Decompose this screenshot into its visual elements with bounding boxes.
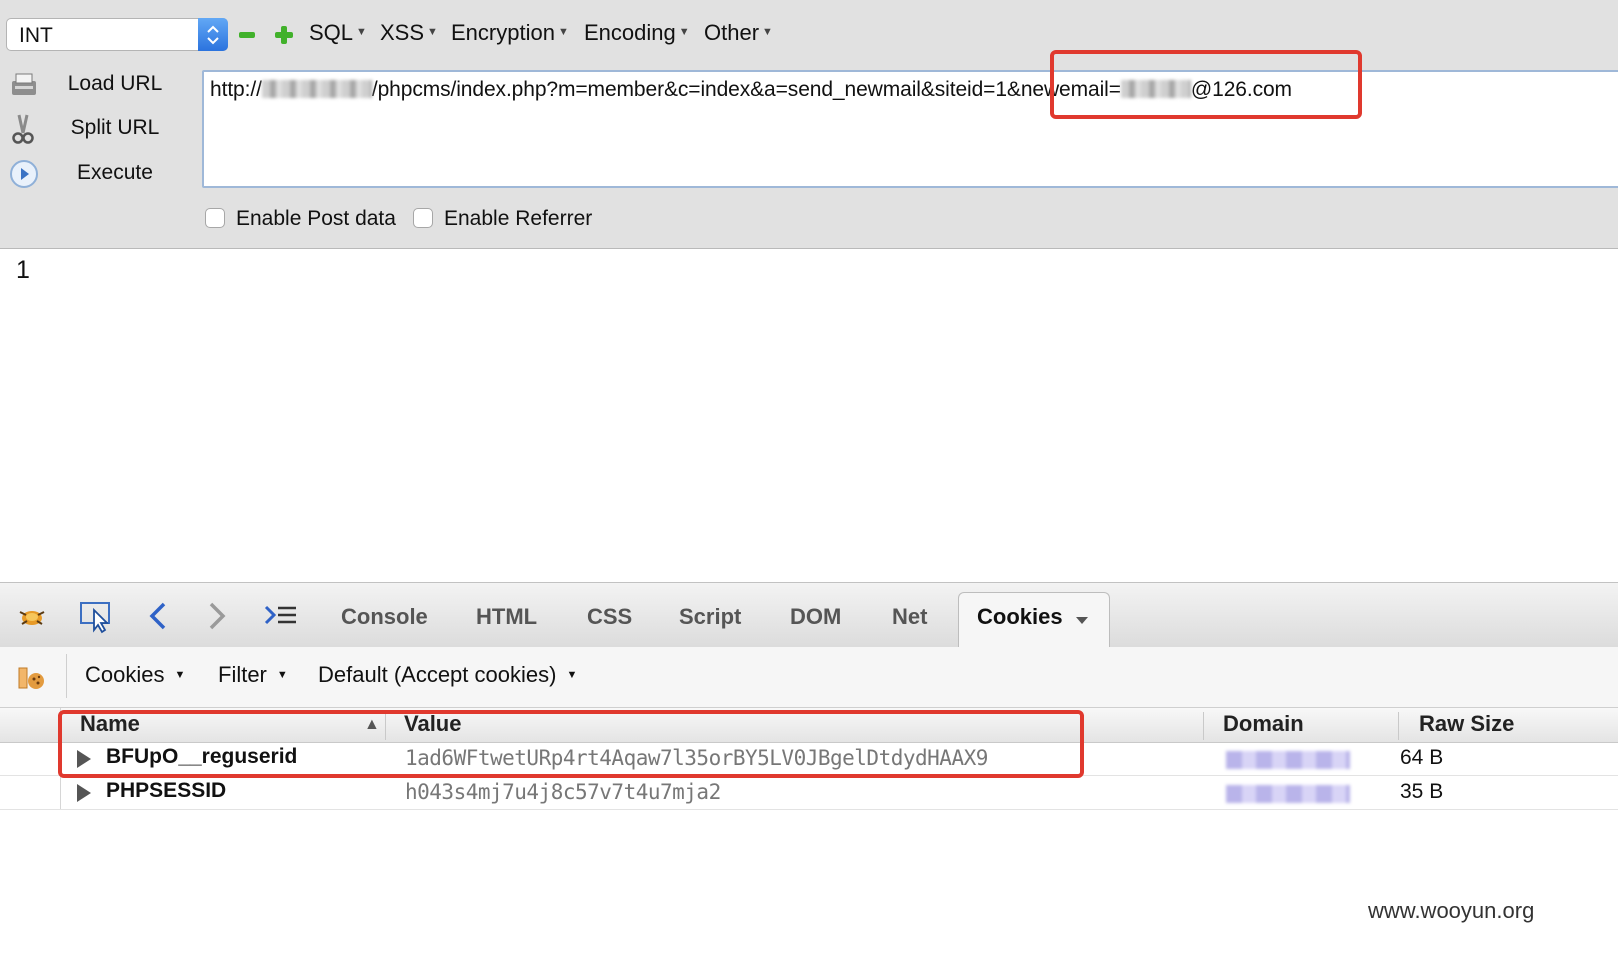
tab-dom[interactable]: DOM xyxy=(790,604,841,630)
firebug-bug-icon[interactable] xyxy=(14,598,50,634)
decrease-icon[interactable] xyxy=(236,24,258,46)
redacted-domain xyxy=(1226,751,1350,769)
caret-down-icon: ▼ xyxy=(276,669,288,681)
redacted-host xyxy=(261,80,372,98)
forward-icon[interactable] xyxy=(198,598,234,634)
execute-button[interactable]: Execute xyxy=(0,154,195,194)
cookies-menu[interactable]: Cookies ▼ xyxy=(85,662,185,688)
cookie-highlight-box xyxy=(58,710,1084,778)
enable-post-data-checkbox[interactable]: Enable Post data xyxy=(205,207,405,233)
play-icon xyxy=(8,158,40,190)
expand-triangle-icon[interactable] xyxy=(76,784,92,807)
caret-down-icon: ▼ xyxy=(174,669,186,681)
url-highlight-box xyxy=(1050,50,1362,119)
load-url-icon xyxy=(8,69,40,101)
menu-encryption[interactable]: Encryption ▼ xyxy=(451,20,569,46)
caret-down-icon: ▼ xyxy=(678,26,690,38)
cookie-policy-menu[interactable]: Default (Accept cookies) ▼ xyxy=(318,662,577,688)
increase-icon[interactable] xyxy=(273,24,295,46)
type-select[interactable]: INT xyxy=(6,18,228,51)
inspect-element-icon[interactable] xyxy=(78,598,114,634)
tab-console[interactable]: Console xyxy=(341,604,428,630)
checkbox-box[interactable] xyxy=(413,208,433,228)
menu-xss[interactable]: XSS ▼ xyxy=(380,20,438,46)
caret-down-icon: ▼ xyxy=(762,26,773,38)
caret-down-icon: ▼ xyxy=(557,26,569,38)
toolbar-divider xyxy=(66,654,67,698)
column-separator xyxy=(1203,712,1204,740)
cookie-jar-icon[interactable] xyxy=(16,660,48,692)
tab-net[interactable]: Net xyxy=(892,604,927,630)
cookie-value: h043s4mj7u4j8c57v7t4u7mja2 xyxy=(405,780,721,804)
menu-other[interactable]: Other ▼ xyxy=(704,20,773,46)
column-domain[interactable]: Domain xyxy=(1223,711,1304,737)
tab-script[interactable]: Script xyxy=(679,604,741,630)
redacted-domain xyxy=(1226,785,1350,803)
back-icon[interactable] xyxy=(142,598,178,634)
tab-cookies[interactable]: Cookies xyxy=(958,592,1110,648)
table-row[interactable]: PHPSESSID h043s4mj7u4j8c57v7t4u7mja2 35 … xyxy=(0,776,1618,810)
menu-sql[interactable]: SQL ▼ xyxy=(309,20,367,46)
tab-html[interactable]: HTML xyxy=(476,604,537,630)
url-textarea[interactable]: http:///phpcms/index.php?m=member&c=inde… xyxy=(202,70,1618,188)
caret-down-icon: ▼ xyxy=(356,26,367,38)
split-url-button[interactable]: Split URL xyxy=(0,109,195,149)
enable-referrer-checkbox[interactable]: Enable Referrer xyxy=(413,207,603,233)
tab-css[interactable]: CSS xyxy=(587,604,632,630)
cookie-raw-size: 64 B xyxy=(1400,746,1444,769)
cookie-raw-size: 35 B xyxy=(1400,780,1444,803)
command-line-icon[interactable] xyxy=(263,598,299,634)
menu-encoding[interactable]: Encoding ▼ xyxy=(584,20,690,46)
filter-menu[interactable]: Filter ▼ xyxy=(218,662,288,688)
checkbox-box[interactable] xyxy=(205,208,225,228)
chevron-down-icon xyxy=(1075,612,1089,630)
cookie-name: PHPSESSID xyxy=(106,779,227,802)
select-spinner-icon xyxy=(198,18,228,51)
caret-down-icon: ▼ xyxy=(427,26,438,38)
load-url-button[interactable]: Load URL xyxy=(0,65,195,105)
scissors-icon xyxy=(8,113,40,145)
watermark: www.wooyun.org xyxy=(1368,898,1535,923)
type-select-value: INT xyxy=(19,24,53,47)
caret-down-icon: ▼ xyxy=(566,669,578,681)
column-raw-size[interactable]: Raw Size xyxy=(1419,711,1514,737)
column-separator xyxy=(1398,712,1399,740)
page-result-text: 1 xyxy=(16,256,30,284)
